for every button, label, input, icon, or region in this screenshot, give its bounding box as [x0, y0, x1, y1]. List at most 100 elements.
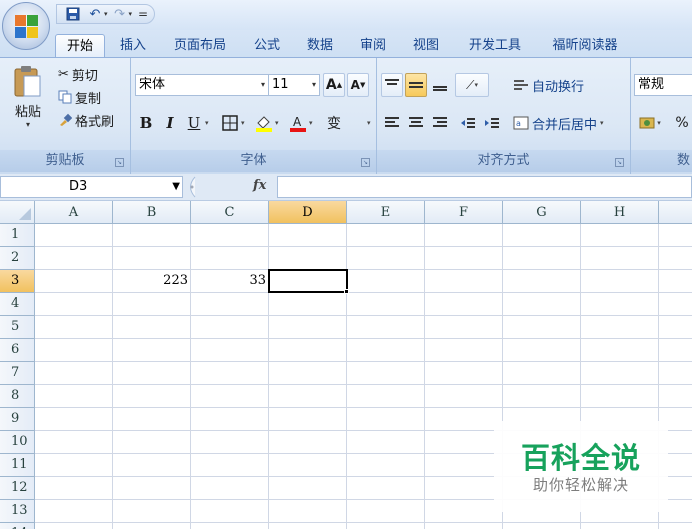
column-header-a[interactable]: A	[35, 201, 113, 224]
cut-button[interactable]: ✂ 剪切	[58, 63, 98, 85]
column-header-d[interactable]: D	[269, 201, 347, 224]
increase-indent-button[interactable]	[481, 111, 503, 135]
underline-dropdown-icon[interactable]: ▾	[205, 119, 209, 127]
tab-review[interactable]: 审阅	[353, 34, 393, 58]
font-group-label: 字体	[131, 150, 376, 172]
wrap-text-button[interactable]: 自动换行	[513, 74, 584, 96]
svg-text:A: A	[293, 115, 302, 129]
tab-formulas[interactable]: 公式	[247, 34, 287, 58]
fill-color-dropdown-icon[interactable]: ▾	[275, 119, 279, 127]
phonetic-button[interactable]: 变	[323, 111, 345, 135]
font-size-combo[interactable]: 11 ▾	[268, 74, 320, 96]
row-header-8[interactable]: 8	[0, 385, 35, 408]
save-icon[interactable]	[63, 6, 83, 22]
merge-center-dropdown-icon[interactable]: ▾	[600, 119, 604, 127]
align-top-button[interactable]	[381, 73, 403, 97]
merge-center-button[interactable]: a 合并后居中 ▾	[513, 112, 604, 134]
font-color-button[interactable]: A	[287, 111, 309, 135]
align-bottom-button[interactable]	[429, 73, 451, 97]
row-header-2[interactable]: 2	[0, 247, 35, 270]
format-painter-button[interactable]: 格式刷	[58, 109, 114, 131]
active-cell-d3[interactable]	[268, 269, 348, 293]
number-format-combo[interactable]: 常规	[634, 74, 692, 96]
fill-handle[interactable]	[344, 289, 349, 294]
row-header-4[interactable]: 4	[0, 293, 35, 316]
grow-font-button[interactable]: A ▲	[323, 73, 345, 97]
paste-dropdown-icon[interactable]: ▾	[7, 120, 49, 129]
undo-icon[interactable]: ↶	[85, 6, 105, 22]
grid-line	[35, 522, 692, 523]
row-header-1[interactable]: 1	[0, 224, 35, 247]
font-name-combo[interactable]: 宋体 ▾	[135, 74, 269, 96]
row-header-3[interactable]: 3	[0, 270, 35, 293]
name-box[interactable]: D3 ▼	[0, 176, 183, 198]
font-name-dropdown-icon[interactable]: ▾	[261, 75, 265, 95]
decrease-indent-button[interactable]	[457, 111, 479, 135]
row-header-13[interactable]: 13	[0, 500, 35, 523]
customize-qat-button[interactable]: =	[138, 7, 148, 21]
align-right-button[interactable]	[429, 111, 451, 135]
column-header-i[interactable]	[659, 201, 692, 224]
cell-c3[interactable]: 33	[191, 270, 268, 292]
borders-dropdown-icon[interactable]: ▾	[241, 119, 245, 127]
copy-label: 复制	[75, 91, 102, 107]
row-header-12[interactable]: 12	[0, 477, 35, 500]
accounting-format-button[interactable]: ▾	[635, 111, 665, 135]
font-launcher-icon[interactable]: ↘	[361, 158, 370, 167]
align-left-button[interactable]	[381, 111, 403, 135]
align-center-button[interactable]	[405, 111, 427, 135]
column-header-g[interactable]: G	[503, 201, 581, 224]
underline-button[interactable]: U	[183, 111, 205, 135]
percent-button[interactable]: %	[671, 111, 692, 135]
row-header-9[interactable]: 9	[0, 408, 35, 431]
name-box-dropdown-icon[interactable]: ▼	[172, 177, 180, 197]
cell-b3[interactable]: 223	[113, 270, 190, 292]
watermark-subtitle: 助你轻松解决	[532, 476, 629, 494]
copy-button[interactable]: 复制	[58, 86, 101, 108]
shrink-font-button[interactable]: A ▼	[347, 73, 369, 97]
italic-button[interactable]: I	[159, 111, 181, 135]
bold-button[interactable]: B	[135, 111, 157, 135]
row-header-6[interactable]: 6	[0, 339, 35, 362]
font-color-dropdown-icon[interactable]: ▾	[309, 119, 313, 127]
alignment-launcher-icon[interactable]: ↘	[615, 158, 624, 167]
column-header-b[interactable]: B	[113, 201, 191, 224]
phonetic-dropdown-icon[interactable]: ▾	[367, 119, 371, 127]
fill-color-button[interactable]	[253, 111, 275, 135]
font-size-dropdown-icon[interactable]: ▾	[312, 75, 316, 95]
splitter-handle-icon[interactable]	[185, 176, 197, 198]
paste-button[interactable]: 粘贴 ▾	[7, 62, 49, 140]
tab-data[interactable]: 数据	[300, 34, 340, 58]
undo-dropdown-icon[interactable]: ▾	[104, 10, 108, 18]
align-middle-button[interactable]	[405, 73, 427, 97]
number-group-label: 数	[631, 150, 692, 172]
tab-developer[interactable]: 开发工具	[460, 34, 530, 58]
formula-input[interactable]	[277, 176, 692, 198]
row-header-5[interactable]: 5	[0, 316, 35, 339]
currency-icon	[639, 117, 655, 129]
tab-home[interactable]: 开始	[55, 34, 105, 58]
borders-button[interactable]	[219, 111, 241, 135]
tab-view[interactable]: 视图	[406, 34, 446, 58]
ribbon-tabs: 开始 插入 页面布局 公式 数据 审阅 视图 开发工具 福昕阅读器	[0, 30, 692, 58]
row-header-10[interactable]: 10	[0, 431, 35, 454]
row-header-7[interactable]: 7	[0, 362, 35, 385]
column-header-f[interactable]: F	[425, 201, 503, 224]
row-header-14[interactable]: 14	[0, 523, 35, 529]
column-header-c[interactable]: C	[191, 201, 269, 224]
column-header-e[interactable]: E	[347, 201, 425, 224]
redo-dropdown-icon[interactable]: ▾	[129, 10, 133, 18]
orientation-button[interactable]: ⟋ ▾	[455, 73, 489, 97]
title-bar: ↶ ▾ ↷ ▾ =	[0, 0, 692, 30]
tab-page-layout[interactable]: 页面布局	[167, 34, 233, 58]
tab-foxit-reader[interactable]: 福昕阅读器	[540, 34, 630, 58]
column-header-h[interactable]: H	[581, 201, 659, 224]
office-button[interactable]	[2, 2, 50, 50]
cut-label: 剪切	[71, 68, 98, 84]
redo-icon[interactable]: ↷	[110, 6, 130, 22]
clipboard-launcher-icon[interactable]: ↘	[115, 158, 124, 167]
tab-insert[interactable]: 插入	[113, 34, 153, 58]
select-all-button[interactable]	[0, 201, 35, 224]
row-header-11[interactable]: 11	[0, 454, 35, 477]
insert-function-icon[interactable]: fx	[253, 178, 266, 193]
